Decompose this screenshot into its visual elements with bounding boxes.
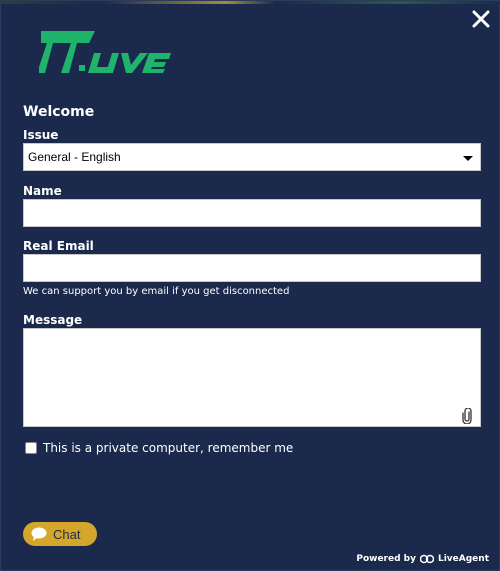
issue-label: Issue bbox=[23, 128, 59, 142]
liveagent-logo-icon bbox=[419, 554, 434, 564]
email-hint: We can support you by email if you get d… bbox=[23, 286, 290, 297]
welcome-heading: Welcome bbox=[23, 104, 95, 120]
powered-by[interactable]: Powered by LiveAgent bbox=[356, 554, 489, 564]
issue-selected-value: General - English bbox=[28, 150, 121, 164]
chat-bubble-icon bbox=[31, 527, 47, 541]
chevron-down-icon bbox=[463, 156, 473, 161]
issue-select[interactable]: General - English bbox=[23, 143, 481, 171]
chat-button-label: Chat bbox=[53, 526, 81, 542]
powered-by-brand: LiveAgent bbox=[437, 554, 489, 564]
message-textarea[interactable] bbox=[23, 328, 481, 427]
top-strip bbox=[1, 1, 500, 4]
powered-by-prefix: Powered by bbox=[356, 554, 416, 564]
remember-me-row: This is a private computer, remember me bbox=[25, 441, 293, 455]
remember-label[interactable]: This is a private computer, remember me bbox=[43, 441, 293, 455]
email-label: Real Email bbox=[23, 239, 94, 253]
chat-window: Welcome Issue General - English Name Rea… bbox=[0, 0, 500, 571]
message-label: Message bbox=[23, 313, 83, 327]
paperclip-icon[interactable] bbox=[462, 407, 472, 425]
email-input[interactable] bbox=[23, 254, 481, 282]
chat-button[interactable]: Chat bbox=[23, 522, 97, 546]
close-icon[interactable] bbox=[471, 9, 491, 29]
remember-checkbox[interactable] bbox=[25, 442, 37, 454]
name-input[interactable] bbox=[23, 199, 481, 227]
name-label: Name bbox=[23, 184, 62, 198]
brand-logo bbox=[39, 31, 179, 77]
